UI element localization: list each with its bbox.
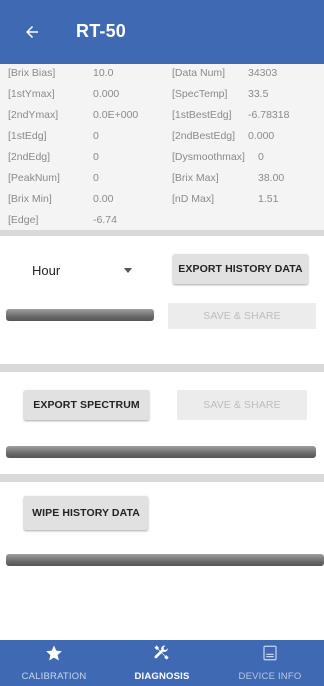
diag-value: 0	[93, 130, 99, 142]
diag-label: [Brix Bias]	[8, 67, 56, 79]
section-divider	[0, 474, 324, 482]
diag-row: [2ndEdg] 0 [Dysmoothmax] 0	[0, 148, 324, 168]
back-button[interactable]	[20, 20, 44, 44]
tools-icon	[151, 642, 173, 664]
diag-label: [PeakNum]	[8, 172, 60, 184]
diag-label: [SpecTemp]	[172, 88, 228, 100]
diag-row: [2ndYmax] 0.0E+000 [1stBestEdg] -6.78318	[0, 106, 324, 126]
caret-down-icon	[124, 267, 132, 273]
diag-value: 0.00	[93, 193, 114, 205]
diag-value: 38.00	[258, 172, 285, 184]
diag-row: [1stYmax] 0.000 [SpecTemp] 33.5	[0, 85, 324, 105]
section-divider	[0, 364, 324, 372]
diag-value: 0.0E+000	[93, 109, 139, 121]
diag-value: -6.74	[93, 214, 117, 226]
diag-row: [PeakNum] 0 [Brix Max] 38.00	[0, 169, 324, 189]
diag-label: [Brix Max]	[172, 172, 219, 184]
star-icon	[43, 642, 65, 664]
diag-label: [2ndEdg]	[8, 151, 51, 163]
diag-row: [Edge] -6.74	[0, 211, 324, 231]
diag-value: 0	[258, 151, 264, 163]
diag-label: [1stYmax]	[8, 88, 55, 100]
diag-value: 33.5	[248, 88, 269, 100]
app-screen: RT-50 [Brix Bias] 10.0 [Data Num] 34303 …	[0, 0, 324, 686]
spectrum-save-share-button[interactable]: SAVE & SHARE	[177, 390, 307, 420]
app-bar: RT-50	[0, 0, 324, 64]
diag-label: [1stBestEdg]	[172, 109, 232, 121]
diagnostics-panel: [Brix Bias] 10.0 [Data Num] 34303 [1stYm…	[0, 64, 324, 230]
wipe-progress-bar	[6, 554, 324, 566]
diag-value: 10.0	[93, 67, 114, 79]
nav-label-diagnosis: DIAGNOSIS	[134, 671, 190, 682]
nav-item-diagnosis[interactable]: DIAGNOSIS	[108, 640, 216, 686]
diag-label: [2ndYmax]	[8, 109, 59, 121]
diag-value: 0.000	[93, 88, 120, 100]
spectrum-progress-bar	[6, 446, 316, 458]
nav-item-calibration[interactable]: CALIBRATION	[0, 640, 108, 686]
period-dropdown[interactable]: Hour	[32, 258, 142, 282]
history-progress-bar	[6, 309, 154, 321]
diag-label: [2ndBestEdg]	[172, 130, 236, 142]
diag-value: 1.51	[258, 193, 279, 205]
diag-label: [Edge]	[8, 214, 39, 226]
history-save-share-button[interactable]: SAVE & SHARE	[168, 303, 316, 329]
page-title: RT-50	[76, 21, 127, 41]
diag-row: [1stEdg] 0 [2ndBestEdg] 0.000	[0, 127, 324, 147]
arrow-left-icon	[26, 26, 38, 38]
diag-label: [Data Num]	[172, 67, 226, 79]
diag-row: [Brix Min] 0.00 [nD Max] 1.51	[0, 190, 324, 210]
nav-label-device-info: DEVICE INFO	[238, 671, 302, 682]
diag-value: 0	[93, 151, 99, 163]
export-spectrum-button[interactable]: EXPORT SPECTRUM	[24, 390, 149, 420]
wipe-history-button[interactable]: WIPE HISTORY DATA	[24, 496, 148, 530]
nav-label-calibration: CALIBRATION	[21, 671, 87, 682]
export-history-button[interactable]: EXPORT HISTORY DATA	[173, 254, 308, 284]
diag-label: [nD Max]	[172, 193, 215, 205]
diag-label: [Dysmoothmax]	[172, 151, 245, 163]
bottom-navigation: CALIBRATION DIAGNOSIS DEVICE INFO	[0, 640, 324, 686]
device-info-icon	[259, 642, 281, 664]
diag-value: 0.000	[248, 130, 275, 142]
period-dropdown-value: Hour	[32, 262, 61, 278]
diag-value: 34303	[248, 67, 278, 79]
diag-label: [1stEdg]	[8, 130, 47, 142]
diag-value: 0	[93, 172, 99, 184]
diag-row: [Brix Bias] 10.0 [Data Num] 34303	[0, 64, 324, 84]
nav-item-device-info[interactable]: DEVICE INFO	[216, 640, 324, 686]
diag-value: -6.78318	[248, 109, 290, 121]
diag-label: [Brix Min]	[8, 193, 52, 205]
history-export-section: Hour EXPORT HISTORY DATA SAVE & SHARE	[0, 236, 324, 364]
